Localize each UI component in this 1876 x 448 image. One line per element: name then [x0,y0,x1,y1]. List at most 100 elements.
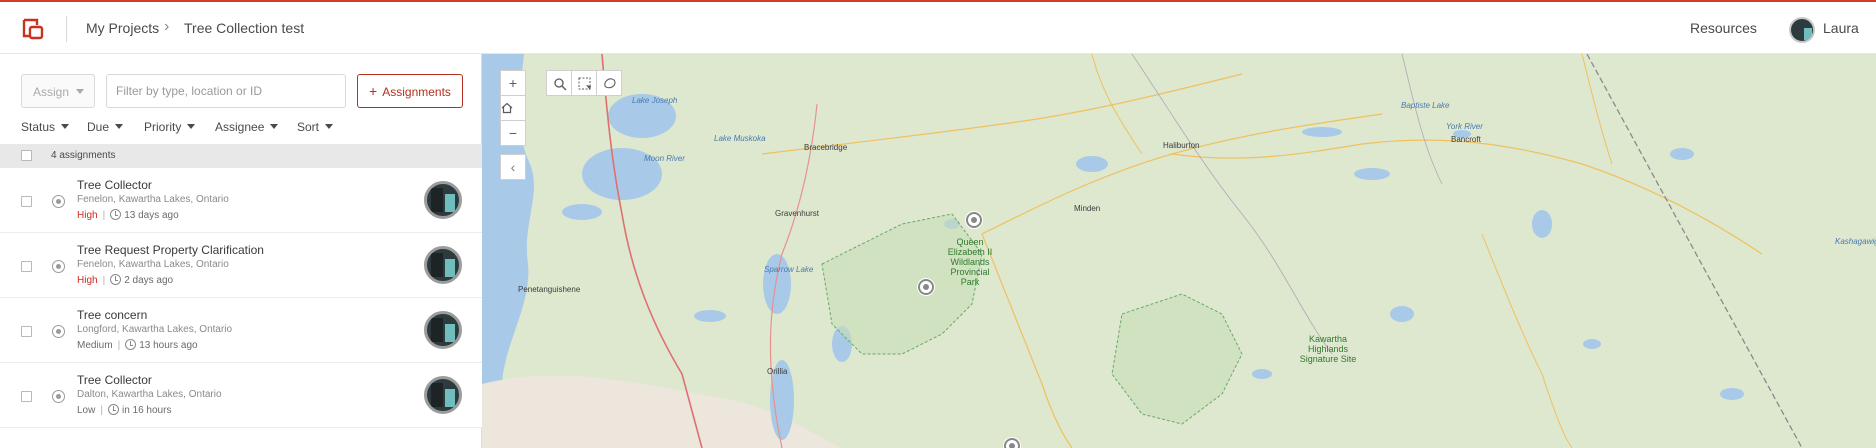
priority-label: High [77,210,98,221]
clock-icon [110,274,122,285]
map-label-gravenhurst: Gravenhurst [775,209,820,218]
filter-priority-label: Priority [144,120,182,134]
status-icon [52,325,65,338]
zoom-in-button[interactable]: + [500,70,526,96]
chevron-right-icon: › [164,18,170,35]
map-label-sparrow-lake: Sparrow Lake [764,265,814,274]
home-icon [501,102,513,114]
map-label-york-river: York River [1446,122,1483,131]
breadcrumb-my-projects[interactable]: My Projects [86,20,159,36]
sort-label: Sort [297,120,320,134]
logo-icon[interactable] [20,16,46,42]
map-label-penetanguishene: Penetanguishene [518,285,581,294]
meta-separator: | [100,405,103,416]
caret-down-icon [187,124,196,129]
assignment-row[interactable]: Tree Collector Dalton, Kawartha Lakes, O… [0,363,482,428]
breadcrumb-current-project: Tree Collection test [184,20,305,36]
assignment-row[interactable]: Tree Collector Fenelon, Kawartha Lakes, … [0,168,482,233]
assignment-row[interactable]: Tree concern Longford, Kawartha Lakes, O… [0,298,482,363]
row-checkbox[interactable] [21,196,32,207]
filter-assignee[interactable]: Assignee [215,120,279,134]
caret-down-icon [61,124,70,129]
sort-dropdown[interactable]: Sort [297,120,334,134]
assignment-title: Tree Request Property Clarification [77,243,264,257]
assignment-meta: Medium | 13 hours ago [77,339,198,351]
map-assignment-pin[interactable] [918,279,934,295]
assignments-panel: Assign +Assignments Status Due Priority … [0,54,482,448]
assignment-meta: High | 2 days ago [77,274,173,286]
assignment-meta: High | 13 days ago [77,209,179,221]
map-label-bancroft: Bancroft [1451,135,1481,144]
user-name[interactable]: Laura [1823,20,1859,36]
filter-assignee-label: Assignee [215,120,265,134]
filter-status[interactable]: Status [21,120,70,134]
map-view[interactable]: Lake Joseph Lake Muskoka Bracebridge Moo… [482,54,1876,448]
search-tool-button[interactable] [546,70,572,96]
assignment-row[interactable]: Tree Request Property Clarification Fene… [0,233,482,298]
select-icon [578,77,591,90]
meta-separator: | [102,210,106,221]
list-header: 4 assignments [0,144,482,168]
filter-due[interactable]: Due [87,120,124,134]
assignment-title: Tree Collector [77,373,152,387]
clock-icon [110,209,122,220]
assignee-avatar [424,376,462,414]
assign-dropdown[interactable]: Assign [21,74,95,108]
row-checkbox[interactable] [21,261,32,272]
filter-priority[interactable]: Priority [144,120,196,134]
filter-status-label: Status [21,120,56,134]
status-icon [52,260,65,273]
rectangle-select-button[interactable] [571,70,597,96]
lasso-icon [604,78,616,89]
select-all-checkbox[interactable] [21,150,32,161]
map-label-lake-joseph: Lake Joseph [632,96,678,105]
caret-down-icon [115,124,124,129]
assignment-title: Tree Collector [77,178,152,192]
search-icon [554,78,567,91]
map-label-kashagawigamog: Kashagawigamog [1835,237,1876,246]
zoom-out-button[interactable]: − [500,120,526,146]
status-icon [52,195,65,208]
row-checkbox[interactable] [21,326,32,337]
meta-separator: | [117,340,121,351]
assignee-avatar [424,181,462,219]
map-assignment-pin[interactable] [1004,438,1020,448]
due-time: in 16 hours [121,405,172,416]
due-time: 13 days ago [124,210,179,221]
filter-input[interactable] [106,74,346,108]
assignment-location: Fenelon, Kawartha Lakes, Ontario [77,259,229,270]
assignee-avatar [424,311,462,349]
assignee-avatar [424,246,462,284]
assignment-location: Fenelon, Kawartha Lakes, Ontario [77,194,229,205]
clock-icon [125,339,137,350]
row-checkbox[interactable] [21,391,32,402]
top-bar: My Projects › Tree Collection test Resou… [0,0,1876,54]
map-label-moon-river: Moon River [644,154,685,163]
clock-icon [107,404,119,415]
collapse-panel-button[interactable]: ‹ [500,154,526,180]
resources-link[interactable]: Resources [1690,20,1757,36]
user-avatar[interactable] [1789,17,1815,43]
status-icon [52,390,65,403]
plus-icon: + [369,83,378,99]
assignment-location: Longford, Kawartha Lakes, Ontario [77,324,233,335]
assignment-meta: Low | in 16 hours [77,404,171,416]
map-label-orillia: Orillia [767,367,788,376]
caret-down-icon [270,124,279,129]
assignment-count: 4 assignments [51,150,116,161]
meta-separator: | [102,275,106,286]
due-time: 13 hours ago [139,340,198,351]
priority-label: Low [77,405,96,416]
filter-due-label: Due [87,120,110,134]
add-assignments-button[interactable]: + Assignments [357,74,463,108]
map-label-haliburton: Haliburton [1163,141,1200,150]
map-label-qe2-park: Queen Elizabeth II Wildlands Provincial … [947,237,993,287]
lasso-select-button[interactable] [596,70,622,96]
assign-dropdown-label: Assign [33,85,70,99]
map-label-minden: Minden [1074,204,1101,213]
priority-label: Medium [77,340,113,351]
caret-down-icon [325,124,334,129]
map-label-kawartha-park: Kawartha Highlands Signature Site [1299,334,1357,364]
home-button[interactable] [500,95,526,121]
map-assignment-pin[interactable] [966,212,982,228]
